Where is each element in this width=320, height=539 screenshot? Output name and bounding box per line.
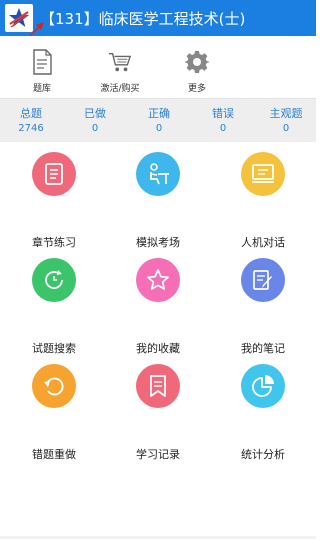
- clock-search-icon: [45, 270, 63, 289]
- my-notes-circle: [241, 258, 285, 302]
- gear-icon: [185, 48, 209, 76]
- grid-my-notes[interactable]: 我的笔记: [218, 258, 308, 358]
- stat-label: 总题: [20, 107, 42, 120]
- monitor-icon: [252, 164, 274, 183]
- grid-label: 人机对话: [241, 236, 285, 249]
- top-toolbar: 题库 激活/购买 更多: [0, 36, 316, 98]
- book-icon: [30, 48, 54, 76]
- document-icon: [45, 163, 63, 185]
- grid-label: 学习记录: [136, 448, 180, 461]
- question-bank-label: 题库: [32, 84, 51, 94]
- study-records-circle: [136, 364, 180, 408]
- stat-value: 0: [91, 123, 99, 134]
- mock-exam-circle: [136, 152, 180, 196]
- activate-purchase-label: 激活/购买: [100, 84, 140, 94]
- pie-chart-icon: [252, 375, 274, 397]
- grid-mock-exam[interactable]: 模拟考场: [113, 152, 203, 252]
- more-label: 更多: [187, 84, 206, 94]
- chapter-practice-circle: [32, 152, 76, 196]
- app-header: 【131】临床医学工程技术(士): [0, 0, 316, 36]
- stat-correct: 正确 0: [129, 107, 189, 136]
- grid-statistics[interactable]: 统计分析: [218, 364, 308, 464]
- human-machine-dialog-circle: [241, 152, 285, 196]
- cart-icon: [108, 48, 132, 76]
- stat-label: 错误: [212, 107, 234, 120]
- stat-value: 0: [219, 123, 227, 134]
- star-icon: [147, 269, 169, 290]
- grid-question-search[interactable]: 试题搜索: [9, 258, 99, 358]
- stat-value: 0: [155, 123, 163, 134]
- stat-value: 2746: [18, 123, 44, 134]
- bookmark-icon: [150, 375, 166, 397]
- stat-label: 已做: [84, 107, 106, 120]
- grid-label: 我的笔记: [241, 342, 285, 355]
- grid-chapter-practice[interactable]: 章节练习: [9, 152, 99, 252]
- stat-total: 总题 2746: [1, 107, 61, 136]
- more-button[interactable]: 更多: [162, 48, 232, 98]
- grid-label: 我的收藏: [136, 342, 180, 355]
- stat-label: 正确: [148, 107, 170, 120]
- grid-redo-wrong[interactable]: 错题重做: [9, 364, 99, 464]
- question-search-circle: [32, 258, 76, 302]
- redo-wrong-circle: [32, 364, 76, 408]
- grid-my-favorites[interactable]: 我的收藏: [113, 258, 203, 358]
- app-logo: [5, 4, 33, 32]
- question-bank-button[interactable]: 题库: [7, 48, 77, 98]
- notes-icon: [253, 270, 272, 290]
- activate-purchase-button[interactable]: 激活/购买: [85, 48, 155, 98]
- my-favorites-circle: [136, 258, 180, 302]
- exam-desk-icon: [150, 163, 169, 185]
- grid-study-records[interactable]: 学习记录: [113, 364, 203, 464]
- grid-label: 章节练习: [32, 236, 76, 249]
- stat-value: 0: [282, 123, 290, 134]
- grid-label: 统计分析: [241, 448, 285, 461]
- stat-done: 已做 0: [65, 107, 125, 136]
- statistics-circle: [241, 364, 285, 408]
- grid-human-machine-dialog[interactable]: 人机对话: [218, 152, 308, 252]
- stat-label: 主观题: [269, 107, 303, 120]
- stat-wrong: 错误 0: [193, 107, 253, 136]
- page-title: 【131】临床医学工程技术(士): [40, 9, 246, 28]
- redo-icon: [44, 377, 64, 396]
- stats-bar: 总题 2746 已做 0 正确 0 错误 0 主观题 0: [0, 98, 316, 142]
- grid-label: 试题搜索: [32, 342, 76, 355]
- grid-label: 错题重做: [32, 448, 76, 461]
- stat-subjective: 主观题 0: [256, 107, 316, 136]
- grid-label: 模拟考场: [136, 236, 180, 249]
